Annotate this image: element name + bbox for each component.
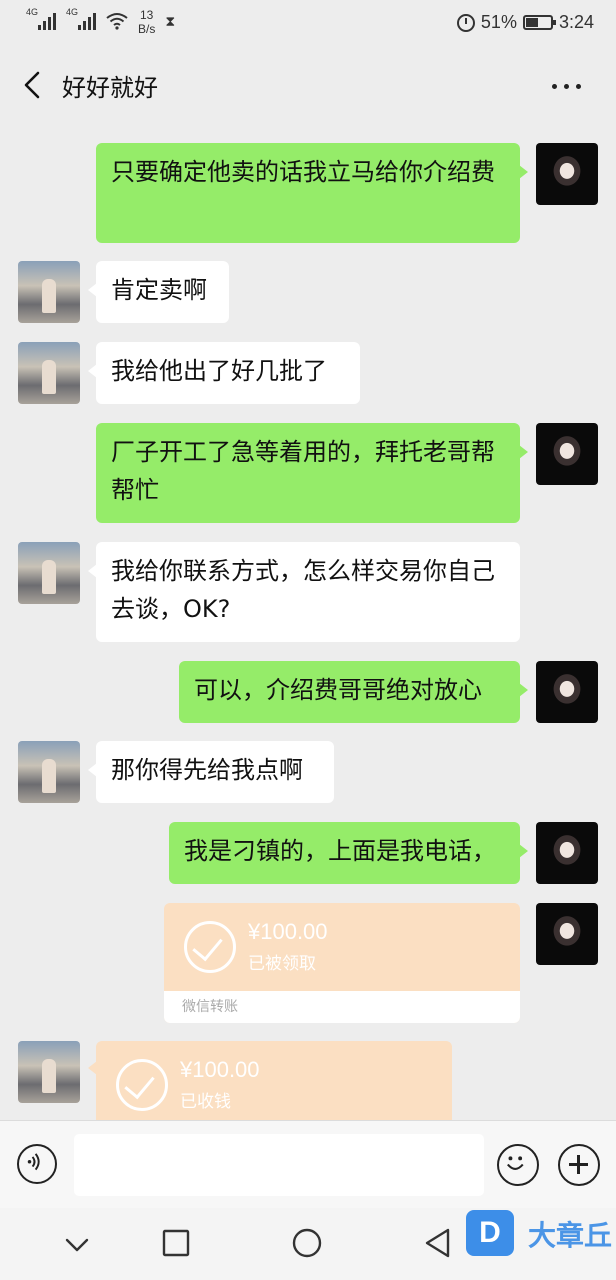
bubble-tail <box>88 1061 97 1075</box>
transfer-status: 已被领取 <box>248 954 316 974</box>
message-bubble-me[interactable]: 厂子开工了急等着用的，拜托老哥帮帮忙 <box>96 423 528 523</box>
clock: 3:24 <box>558 12 594 32</box>
message-bubble-contact[interactable]: 肯定卖啊 <box>88 261 229 323</box>
avatar-me[interactable] <box>536 143 598 205</box>
emoji-icon[interactable] <box>497 1144 539 1186</box>
watermark-logo: D <box>466 1210 514 1256</box>
avatar-me[interactable] <box>536 423 598 485</box>
avatar-me[interactable] <box>536 822 598 884</box>
message-bubble-contact[interactable]: 我给他出了好几批了 <box>88 342 360 404</box>
network-type-label: 4G <box>66 7 79 17</box>
chevron-down-icon[interactable] <box>62 1230 92 1260</box>
avatar-contact[interactable] <box>18 542 80 604</box>
battery-icon <box>522 15 556 30</box>
network-speed: 13 B/s <box>138 8 155 36</box>
signal-strength-icon: 4G <box>26 7 56 30</box>
page-title: 好好就好 <box>62 74 158 102</box>
check-circle-icon <box>116 1059 168 1111</box>
transfer-status: 已收钱 <box>180 1092 231 1112</box>
signal-strength-icon: 4G <box>66 7 96 30</box>
message-bubble-contact[interactable]: 我给你联系方式，怎么样交易你自己去谈，OK? <box>88 542 520 642</box>
avatar-contact[interactable] <box>18 1041 80 1103</box>
network-speed-unit: B/s <box>138 22 156 36</box>
hourglass-icon: ⧗ <box>165 14 176 30</box>
avatar-contact[interactable] <box>18 741 80 803</box>
network-speed-value: 13 <box>139 8 154 22</box>
battery-percent: 51% <box>480 12 517 32</box>
more-horizontal-icon[interactable] <box>550 74 586 96</box>
avatar-contact[interactable] <box>18 261 80 323</box>
square-icon[interactable] <box>161 1228 191 1258</box>
message-bubble-me[interactable]: 我是刁镇的，上面是我电话， <box>169 822 528 884</box>
plus-icon[interactable] <box>558 1144 600 1186</box>
transfer-footer: 微信转账 <box>164 991 520 1023</box>
avatar-me[interactable] <box>536 661 598 723</box>
transfer-card[interactable]: ¥100.00 已被领取 微信转账 <box>164 903 520 1023</box>
network-type-label: 4G <box>26 7 39 17</box>
message-bubble-me[interactable]: 只要确定他卖的话我立马给你介绍费 <box>96 143 528 243</box>
circle-icon[interactable] <box>290 1226 324 1260</box>
watermark-text: 大章丘 <box>528 1219 613 1252</box>
message-bubble-contact[interactable]: 那你得先给我点啊 <box>88 741 334 803</box>
message-list[interactable]: 只要确定他卖的话我立马给你介绍费 肯定卖啊 我给他出了好几批了 厂子开工了急等着… <box>0 124 616 1120</box>
chat-header: 好好就好 <box>0 48 616 124</box>
transfer-amount: ¥100.00 <box>180 1057 260 1082</box>
transfer-card[interactable]: ¥100.00 已收钱 <box>96 1041 452 1120</box>
alarm-icon <box>456 13 475 32</box>
transfer-amount: ¥100.00 <box>248 919 328 944</box>
check-circle-icon <box>184 921 236 973</box>
watermark: D 大章丘 <box>466 1210 616 1258</box>
message-bubble-me[interactable]: 可以，介绍费哥哥绝对放心 <box>179 661 528 723</box>
status-bar: 4G 4G 13 B/s ⧗ 51% 3:24 <box>0 0 616 48</box>
voice-icon[interactable] <box>17 1144 57 1184</box>
chevron-left-icon[interactable] <box>20 70 46 100</box>
avatar-me[interactable] <box>536 903 598 965</box>
avatar-contact[interactable] <box>18 342 80 404</box>
triangle-back-icon[interactable] <box>422 1226 452 1260</box>
input-bar <box>0 1120 616 1208</box>
message-input[interactable] <box>74 1134 484 1196</box>
wifi-icon <box>106 13 128 30</box>
